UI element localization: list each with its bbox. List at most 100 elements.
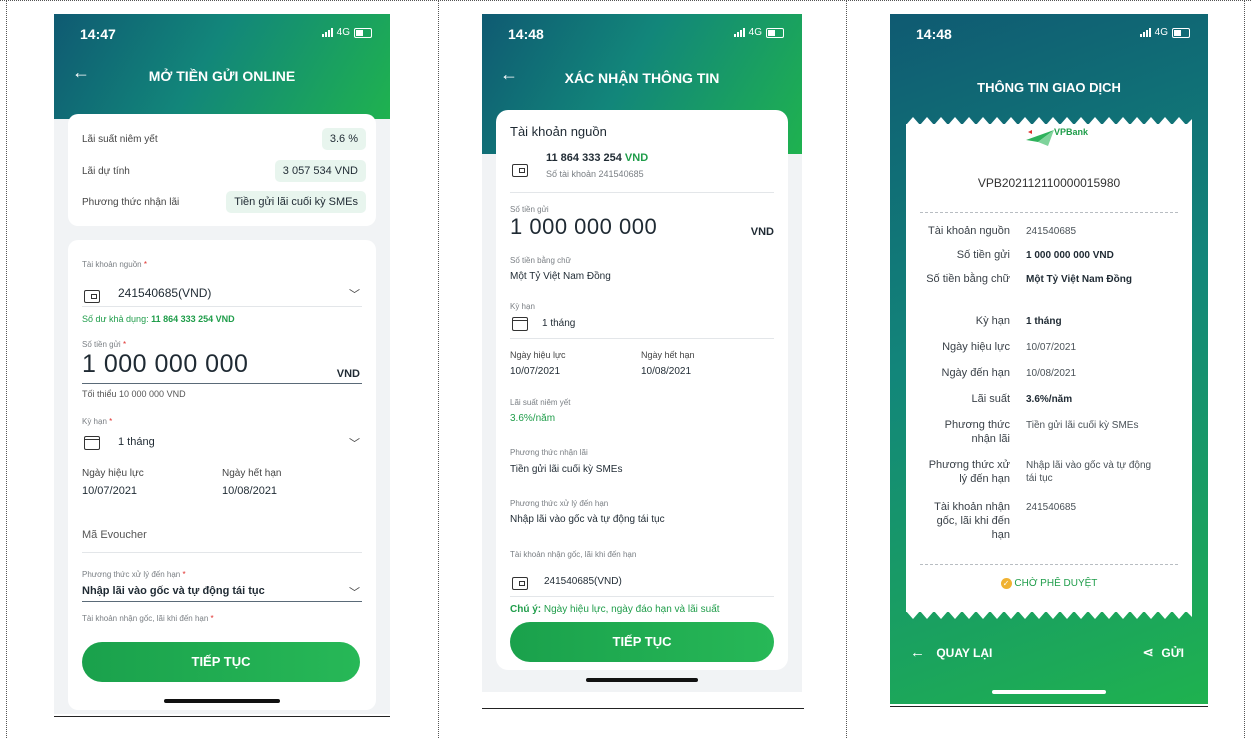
maturity-label: Phương thức xử lý đến hạn * bbox=[82, 570, 186, 579]
divider bbox=[82, 601, 362, 602]
share-icon: ⋖ bbox=[1142, 644, 1155, 660]
row-label: Kỳ hạn bbox=[975, 315, 1010, 327]
receive-account-value: 241540685(VND) bbox=[544, 576, 622, 587]
signal-icon: 4G bbox=[1139, 27, 1190, 38]
table-border-right bbox=[1244, 0, 1245, 738]
row-label: Tài khoản nhận gốc, lãi khi đến hạn bbox=[934, 501, 1010, 541]
maturity-select[interactable]: Nhập lãi vào gốc và tự động tái tục bbox=[82, 585, 265, 597]
chevron-down-icon[interactable]: ﹀ bbox=[349, 584, 360, 600]
status-time: 14:47 bbox=[80, 26, 116, 42]
row-value: 1 000 000 000 VND bbox=[1026, 250, 1114, 261]
evoucher-input[interactable]: Mã Evoucher bbox=[82, 529, 147, 541]
divider bbox=[82, 383, 362, 384]
row-value: 10/08/2021 bbox=[1026, 368, 1077, 379]
summary-label: Lãi dự tính bbox=[82, 166, 130, 177]
pending-icon: ✓ bbox=[1000, 578, 1012, 589]
summary-card: Lãi suất niêm yết 3.6 % Lãi dự tính 3 05… bbox=[68, 114, 376, 226]
form-card: Tài khoản nguồn * 241540685(VND) ﹀ Số dư… bbox=[68, 240, 376, 710]
page-title: MỞ TIỀN GỬI ONLINE bbox=[148, 68, 296, 84]
row-value: Nhập lãi vào gốc và tự động tái tục bbox=[1026, 460, 1152, 484]
caption-line bbox=[890, 706, 1208, 707]
status-bar: 14:48 4G bbox=[504, 26, 784, 44]
caption-line bbox=[54, 716, 390, 717]
effective-date-value: 10/07/2021 bbox=[82, 485, 138, 497]
row-value: 241540685 bbox=[1026, 226, 1077, 237]
wallet-icon bbox=[512, 164, 528, 177]
network-label: 4G bbox=[336, 27, 350, 38]
currency-label: VND bbox=[336, 368, 360, 380]
send-button[interactable]: ⋖ GỬI bbox=[1142, 644, 1184, 661]
transaction-reference: VPB202112110000015980 bbox=[977, 176, 1121, 190]
effective-date-label: Ngày hiệu lực bbox=[510, 350, 566, 360]
row-value: Tiền gửi lãi cuối kỳ SMEs bbox=[1026, 420, 1139, 431]
battery-icon bbox=[354, 27, 372, 38]
rate-label: Lãi suất niêm yết bbox=[510, 398, 571, 407]
divider bbox=[510, 192, 774, 193]
network-label: 4G bbox=[748, 27, 762, 38]
status-time: 14:48 bbox=[508, 26, 544, 42]
battery-icon bbox=[1172, 27, 1190, 38]
expiry-date-label: Ngày hết hạn bbox=[222, 468, 282, 479]
page-title: THÔNG TIN GIAO DỊCH bbox=[977, 80, 1121, 95]
receive-method-label: Phương thức nhận lãi bbox=[510, 448, 588, 457]
maturity-label: Phương thức xử lý đến hạn bbox=[510, 499, 609, 508]
back-arrow-icon: ← bbox=[910, 644, 925, 661]
receive-method-value: Tiền gửi lãi cuối kỳ SMEs bbox=[510, 464, 623, 475]
battery-icon bbox=[766, 27, 784, 38]
rate-value: 3.6%/năm bbox=[510, 413, 556, 424]
amount-value: 1 000 000 000 bbox=[510, 214, 658, 239]
dashed-divider bbox=[920, 212, 1178, 213]
maturity-value: Nhập lãi vào gốc và tự động tái tục bbox=[510, 514, 665, 525]
calendar-icon bbox=[84, 436, 100, 450]
home-indicator bbox=[164, 699, 280, 703]
row-label: Lãi suất bbox=[971, 393, 1010, 405]
page-title: XÁC NHẬN THÔNG TIN bbox=[564, 70, 720, 86]
status-pending: ✓ CHỜ PHÊ DUYỆT bbox=[906, 578, 1192, 589]
table-top-border bbox=[0, 0, 1251, 1]
words-value: Một Tỷ Việt Nam Đồng bbox=[510, 271, 611, 282]
row-value: 1 tháng bbox=[1026, 316, 1062, 327]
amount-input[interactable]: 1 000 000 000 bbox=[82, 350, 248, 379]
signal-icon: 4G bbox=[321, 27, 372, 38]
receipt-edge-bottom bbox=[906, 611, 1192, 619]
calendar-icon bbox=[512, 317, 528, 331]
caption-line bbox=[482, 708, 804, 709]
balance-value: 11 864 333 254 VND bbox=[546, 152, 649, 164]
wallet-icon bbox=[84, 290, 100, 303]
status-bar: 14:47 4G bbox=[76, 26, 372, 44]
row-label: Phương thức nhận lãi bbox=[944, 419, 1010, 445]
amount-label: Số tiền gửi * bbox=[82, 340, 127, 349]
chevron-down-icon[interactable]: ﹀ bbox=[349, 435, 360, 451]
status-text: CHỜ PHÊ DUYỆT bbox=[1014, 578, 1098, 590]
account-number: Số tài khoản 241540685 bbox=[546, 169, 644, 179]
divider bbox=[82, 306, 362, 307]
source-account-label: Tài khoản nguồn * bbox=[82, 260, 147, 269]
home-indicator bbox=[586, 678, 698, 682]
vpbank-logo-text: VPBank bbox=[1054, 127, 1089, 137]
receipt-card: VPBank VPB202112110000015980 Tài khoản n… bbox=[906, 117, 1192, 619]
row-label: Ngày hiệu lực bbox=[942, 341, 1010, 353]
dashed-divider bbox=[920, 564, 1178, 565]
expiry-date-value: 10/08/2021 bbox=[641, 366, 692, 377]
source-account-select[interactable]: 241540685(VND) bbox=[118, 286, 211, 300]
term-label: Kỳ hạn bbox=[510, 302, 535, 311]
chevron-down-icon[interactable]: ﹀ bbox=[349, 286, 360, 302]
continue-button[interactable]: TIẾP TỤC bbox=[82, 642, 360, 682]
amount-label: Số tiền gửi bbox=[510, 205, 549, 214]
row-value: 3.6%/năm bbox=[1026, 394, 1073, 405]
term-select[interactable]: 1 tháng bbox=[118, 436, 155, 448]
currency-label: VND bbox=[750, 226, 774, 238]
summary-label: Lãi suất niêm yết bbox=[82, 134, 158, 145]
signal-icon: 4G bbox=[733, 27, 784, 38]
continue-button[interactable]: TIẾP TỤC bbox=[510, 622, 774, 662]
status-time: 14:48 bbox=[916, 26, 952, 42]
note-text: Chú ý: Ngày hiệu lực, ngày đáo hạn và lã… bbox=[510, 604, 720, 615]
confirm-card: Tài khoản nguồn 11 864 333 254 VND Số tà… bbox=[496, 110, 788, 670]
summary-label: Phương thức nhận lãi bbox=[82, 197, 180, 208]
row-value: 10/07/2021 bbox=[1026, 342, 1077, 353]
table-border-middle-right bbox=[846, 0, 847, 738]
effective-date-label: Ngày hiệu lực bbox=[82, 468, 144, 479]
summary-value: 3.6 % bbox=[321, 128, 366, 150]
back-button[interactable]: ← QUAY LẠI bbox=[910, 644, 992, 661]
screen-open-deposit: 14:47 4G ← MỞ TIỀN GỬI ONLINE Lãi suất n… bbox=[54, 14, 390, 714]
